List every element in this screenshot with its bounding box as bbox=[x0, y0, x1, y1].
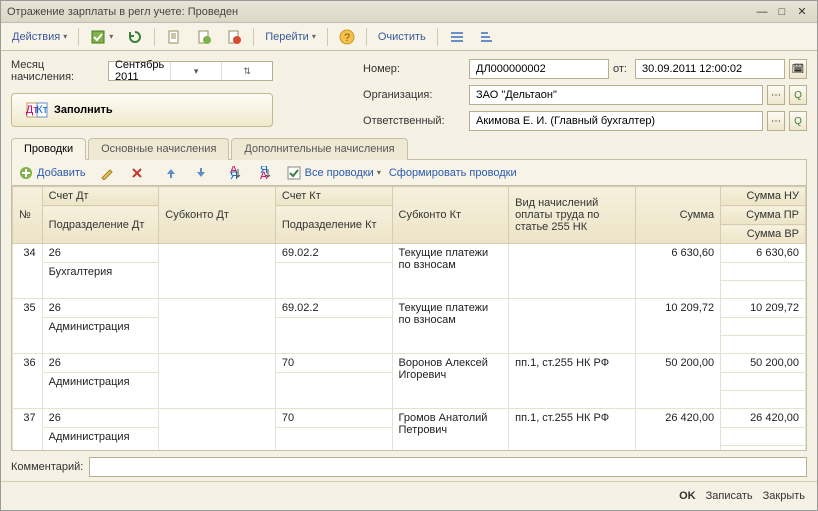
period-value: Сентябрь 2011 bbox=[109, 59, 170, 83]
grid-toolbar: Добавить AЯ ЯA Все проводки ▾ Сформирова… bbox=[11, 160, 807, 186]
comment-input[interactable] bbox=[89, 457, 807, 477]
col-sum[interactable]: Сумма bbox=[636, 187, 721, 244]
document-icon[interactable] bbox=[161, 27, 187, 47]
checkbox-icon bbox=[286, 165, 302, 181]
resp-field[interactable]: Акимова Е. И. (Главный бухгалтер) bbox=[469, 111, 763, 131]
table-row[interactable]: 342669.02.2Текущие платежи по взносам6 6… bbox=[13, 244, 806, 263]
entries-grid[interactable]: № Счет Дт Субконто Дт Счет Кт Субконто К… bbox=[11, 186, 807, 451]
number-label: Номер: bbox=[363, 63, 463, 75]
col-subk-dt[interactable]: Субконто Дт bbox=[159, 187, 276, 244]
move-down-icon[interactable] bbox=[188, 163, 214, 183]
move-up-icon[interactable] bbox=[158, 163, 184, 183]
period-stepper-icon[interactable]: ⇅ bbox=[221, 62, 272, 80]
date-field[interactable]: 30.09.2011 12:00:02 bbox=[635, 59, 785, 79]
table-row[interactable]: 352669.02.2Текущие платежи по взносам10 … bbox=[13, 299, 806, 318]
col-sum-vr[interactable]: Сумма ВР bbox=[721, 225, 806, 244]
sort-desc-icon[interactable]: ЯA bbox=[252, 163, 278, 183]
save-button[interactable]: Записать bbox=[706, 490, 753, 502]
table-row[interactable]: 362670Воронов Алексей Игоревичпп.1, ст.2… bbox=[13, 354, 806, 373]
refresh-icon[interactable] bbox=[122, 27, 148, 47]
doc-post-icon[interactable] bbox=[191, 27, 217, 47]
list-icon[interactable] bbox=[444, 27, 470, 47]
org-label: Организация: bbox=[363, 89, 463, 101]
svg-text:A: A bbox=[260, 170, 268, 180]
resp-open-icon[interactable]: Q bbox=[789, 111, 807, 131]
tab-extra-accruals[interactable]: Дополнительные начисления bbox=[231, 138, 407, 160]
tab-main-accruals[interactable]: Основные начисления bbox=[88, 138, 229, 160]
delete-row-icon[interactable] bbox=[124, 163, 150, 183]
col-dept-kt[interactable]: Подразделение Кт bbox=[275, 206, 392, 244]
org-open-icon[interactable]: Q bbox=[789, 85, 807, 105]
svg-text:?: ? bbox=[344, 32, 350, 44]
col-sum-nu[interactable]: Сумма НУ bbox=[721, 187, 806, 206]
col-kind[interactable]: Вид начислений оплаты труда по статье 25… bbox=[509, 187, 636, 244]
number-field[interactable]: ДЛ000000002 bbox=[469, 59, 609, 79]
actions-menu[interactable]: Действия ▾ bbox=[7, 27, 72, 47]
tabs: Проводки Основные начисления Дополнитель… bbox=[11, 137, 807, 160]
close-button[interactable]: Закрыть bbox=[763, 490, 805, 502]
org-field[interactable]: ЗАО "Дельтаон" bbox=[469, 85, 763, 105]
from-label: от: bbox=[613, 63, 627, 75]
main-toolbar: Действия ▾ ▾ Перейти ▾ ? Очистить bbox=[1, 23, 817, 51]
period-row: Месяц начисления: Сентябрь 2011 ▾ ⇅ bbox=[11, 59, 273, 83]
minimize-button[interactable]: — bbox=[753, 5, 771, 19]
col-no[interactable]: № bbox=[13, 187, 43, 244]
all-entries-toggle[interactable]: Все проводки ▾ bbox=[286, 165, 381, 181]
list-sort-icon[interactable] bbox=[474, 27, 500, 47]
plus-icon bbox=[18, 165, 34, 181]
svg-text:Кт: Кт bbox=[36, 104, 47, 116]
sort-asc-icon[interactable]: AЯ bbox=[222, 163, 248, 183]
fill-button[interactable]: ДтКт Заполнить bbox=[11, 93, 273, 127]
doc-cancel-icon[interactable] bbox=[221, 27, 247, 47]
post-icon[interactable]: ▾ bbox=[85, 27, 118, 47]
period-input[interactable]: Сентябрь 2011 ▾ ⇅ bbox=[108, 61, 273, 81]
period-dropdown-icon[interactable]: ▾ bbox=[170, 62, 221, 80]
edit-row-icon[interactable] bbox=[94, 163, 120, 183]
svg-text:Я: Я bbox=[230, 170, 238, 180]
col-acct-kt[interactable]: Счет Кт bbox=[275, 187, 392, 206]
resp-choose-icon[interactable]: ⋯ bbox=[767, 111, 785, 131]
tab-entries[interactable]: Проводки bbox=[11, 138, 86, 160]
col-subk-kt[interactable]: Субконто Кт bbox=[392, 187, 509, 244]
titlebar: Отражение зарплаты в регл учете: Проведе… bbox=[1, 1, 817, 23]
comment-label: Комментарий: bbox=[11, 461, 83, 473]
col-dept-dt[interactable]: Подразделение Дт bbox=[42, 206, 159, 244]
button-bar: OK Записать Закрыть bbox=[1, 481, 817, 510]
fill-icon: ДтКт bbox=[26, 100, 48, 120]
col-acct-dt[interactable]: Счет Дт bbox=[42, 187, 159, 206]
org-choose-icon[interactable]: ⋯ bbox=[767, 85, 785, 105]
content-area: Месяц начисления: Сентябрь 2011 ▾ ⇅ ДтКт… bbox=[1, 51, 817, 481]
ok-button[interactable]: OK bbox=[679, 490, 696, 502]
clear-button[interactable]: Очистить bbox=[373, 27, 431, 47]
fill-label: Заполнить bbox=[54, 104, 113, 116]
resp-label: Ответственный: bbox=[363, 115, 463, 127]
period-label: Месяц начисления: bbox=[11, 59, 102, 83]
add-row-button[interactable]: Добавить bbox=[18, 165, 86, 181]
comment-row: Комментарий: bbox=[11, 457, 807, 477]
date-picker-icon[interactable]: 🗓 bbox=[789, 59, 807, 79]
table-row[interactable]: 372670Громов Анатолий Петровичпп.1, ст.2… bbox=[13, 409, 806, 428]
goto-menu[interactable]: Перейти ▾ bbox=[260, 27, 321, 47]
close-window-button[interactable]: ✕ bbox=[793, 5, 811, 19]
col-sum-pr[interactable]: Сумма ПР bbox=[721, 206, 806, 225]
generate-entries-button[interactable]: Сформировать проводки bbox=[389, 167, 517, 179]
help-icon[interactable]: ? bbox=[334, 27, 360, 47]
maximize-button[interactable]: □ bbox=[773, 5, 791, 19]
window-title: Отражение зарплаты в регл учете: Проведе… bbox=[7, 6, 751, 18]
